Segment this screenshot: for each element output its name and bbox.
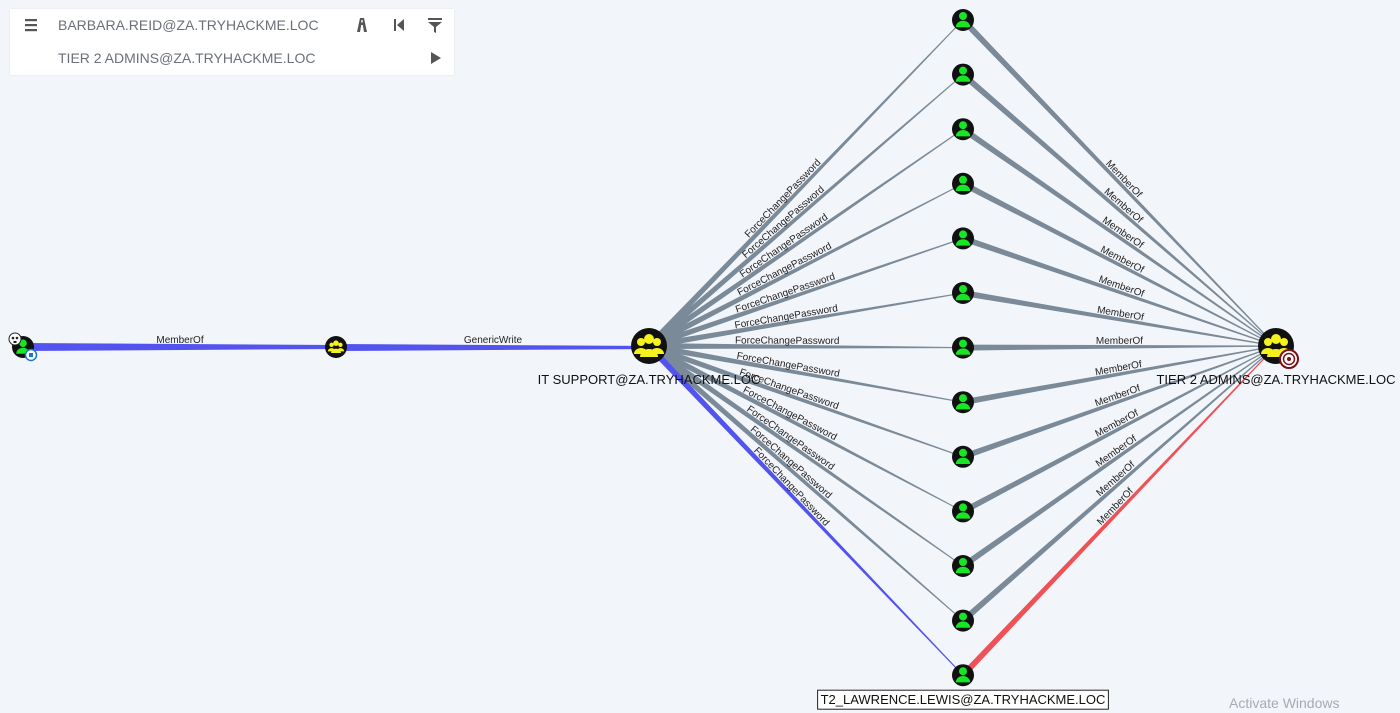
t2-user-node[interactable] (952, 282, 974, 304)
edge-label-forcechangepassword: ForceChangePassword (735, 335, 840, 347)
start-node-row[interactable]: BARBARA.REID@ZA.TRYHACKME.LOC (10, 9, 454, 42)
t2-user-node[interactable] (952, 445, 974, 468)
t2-user-nodes: T2_LAWRENCE.LEWIS@ZA.TRYHACKME.LOC (817, 9, 1109, 710)
target-node-input[interactable]: TIER 2 ADMINS@ZA.TRYHACKME.LOC (58, 50, 315, 66)
t2-user-node[interactable] (952, 391, 974, 414)
skull-icon (8, 332, 22, 346)
menu-icon[interactable] (22, 15, 42, 35)
t2-user-node[interactable] (952, 227, 974, 250)
filter-icon[interactable] (425, 15, 445, 35)
graph-canvas[interactable]: MemberOf GenericWrite ForceChangePasswor… (0, 0, 1400, 713)
edge-label-memberof: MemberOf (1096, 336, 1144, 347)
node-label-it-support: IT SUPPORT@ZA.TRYHACKME.LOC (538, 372, 761, 387)
target-node-row[interactable]: TIER 2 ADMINS@ZA.TRYHACKME.LOC (10, 42, 454, 75)
edge-label-genericwrite: GenericWrite (464, 335, 523, 346)
t2-user-node[interactable] (952, 609, 974, 632)
pathfinding-icon[interactable] (352, 15, 372, 35)
edge-memberof[interactable]: MemberOf (961, 345, 1277, 623)
t2-user-node[interactable] (952, 172, 974, 195)
edge-memberof[interactable]: MemberOf (960, 17, 1277, 347)
edge-force-change-password[interactable]: ForceChangePassword (646, 19, 964, 349)
activate-windows-watermark: Activate Windows (1229, 695, 1340, 711)
node-start-user[interactable] (8, 332, 38, 362)
force-change-password-edges[interactable]: ForceChangePasswordForceChangePasswordFo… (646, 19, 964, 676)
t2-user-node[interactable] (952, 500, 974, 523)
target-icon (1279, 349, 1299, 369)
start-node-input[interactable]: BARBARA.REID@ZA.TRYHACKME.LOC (58, 17, 319, 33)
bloodhound-graph-view: MemberOf GenericWrite ForceChangePasswor… (0, 0, 1400, 713)
t2-user-node[interactable] (952, 555, 974, 577)
t2-user-node[interactable]: T2_LAWRENCE.LEWIS@ZA.TRYHACKME.LOC (817, 664, 1109, 710)
pathfinding-panel: BARBARA.REID@ZA.TRYHACKME.LOC TIER 2 ADM… (10, 9, 454, 75)
edge-force-change-password[interactable]: ForceChangePassword (647, 74, 964, 349)
edge-start-to-group[interactable]: MemberOf (22, 335, 336, 351)
edge-label-memberof: MemberOf (156, 335, 203, 346)
memberof-edges[interactable]: MemberOfMemberOfMemberOfMemberOfMemberOf… (960, 17, 1277, 678)
play-icon[interactable] (425, 48, 445, 68)
t2-user-node[interactable] (952, 118, 974, 141)
t2-user-node[interactable] (952, 336, 974, 359)
owned-icon (24, 348, 38, 362)
t2-user-node[interactable] (952, 63, 974, 86)
edge-force-change-password[interactable]: ForceChangePassword (648, 343, 964, 458)
node-label-t2-user: T2_LAWRENCE.LEWIS@ZA.TRYHACKME.LOC (821, 692, 1106, 707)
node-label-tier2-admins: TIER 2 ADMINS@ZA.TRYHACKME.LOC (1156, 372, 1395, 387)
node-tier2-admins[interactable]: TIER 2 ADMINS@ZA.TRYHACKME.LOC (1156, 328, 1396, 387)
back-icon[interactable] (389, 15, 409, 35)
node-intermediate-group[interactable] (325, 336, 347, 358)
t2-user-node[interactable] (952, 9, 974, 31)
edge-group-to-it-support[interactable]: GenericWrite (336, 335, 649, 351)
